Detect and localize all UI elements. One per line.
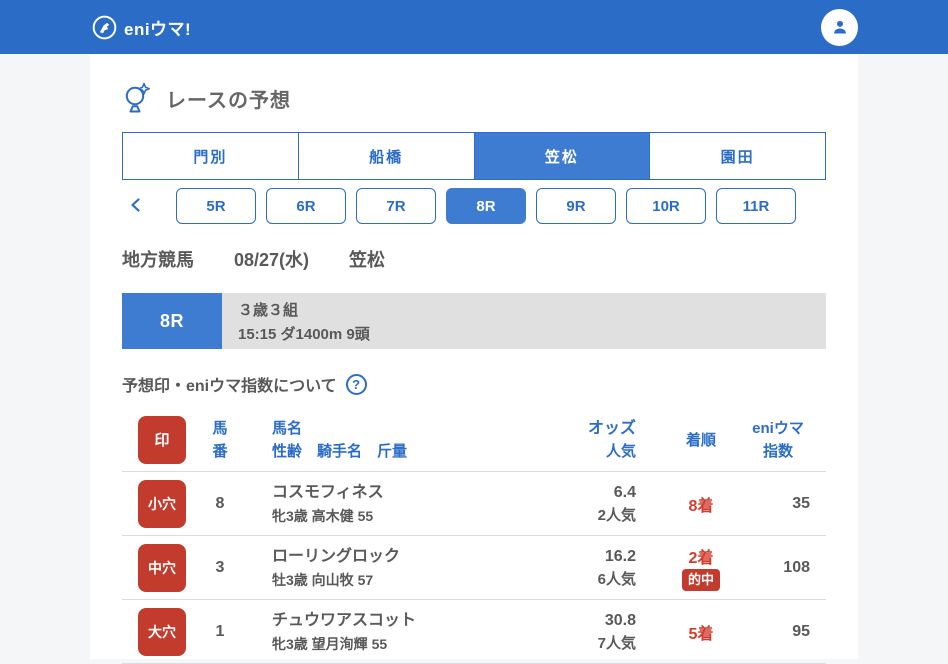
horse-name: チュウワアスコット bbox=[272, 612, 417, 629]
race-class: ３歳３組 bbox=[238, 301, 299, 319]
logo[interactable]: eniウマ! bbox=[90, 15, 191, 40]
avatar-button[interactable] bbox=[821, 8, 858, 46]
race-banner: 8R ３歳３組 15:15 ダ1400m 9頭 bbox=[122, 293, 826, 349]
popularity-value: 2人気 bbox=[597, 507, 636, 524]
content-card: レースの予想 門別 船橋 笠松 園田 5R 6R 7R 8R 9R 10R 11… bbox=[90, 54, 858, 664]
chevron-left-icon bbox=[128, 197, 144, 216]
odds-value: 16.2 bbox=[604, 548, 636, 565]
race-number-badge: 8R bbox=[122, 293, 222, 349]
odds-cell: 16.2 6人気 bbox=[536, 544, 656, 591]
horse-row[interactable]: 中穴 3 ローリングロック 牡3歳 向山牧 57 16.2 6人気 2着 的中 … bbox=[122, 536, 826, 600]
race-button-5r[interactable]: 5R bbox=[176, 188, 256, 224]
result-cell: 2着 的中 bbox=[656, 544, 746, 591]
app-header: eniウマ! bbox=[0, 0, 948, 54]
logo-text: eniウマ! bbox=[124, 19, 192, 39]
hit-badge: 的中 bbox=[681, 569, 720, 591]
index-value: 108 bbox=[783, 558, 810, 576]
venue-tab-kasamatsu[interactable]: 笠松 bbox=[473, 133, 650, 179]
race-info: ３歳３組 15:15 ダ1400m 9頭 bbox=[222, 293, 826, 349]
race-button-6r[interactable]: 6R bbox=[266, 188, 346, 224]
horse-logo-icon bbox=[92, 15, 117, 40]
result-cell: 5着 bbox=[656, 620, 746, 644]
header-name: 馬名 性齢 騎手名 斤量 bbox=[272, 420, 408, 460]
meta-category: 地方競馬 bbox=[122, 250, 194, 270]
venue-tab-funabashi[interactable]: 船橋 bbox=[297, 133, 474, 179]
mark-badge: 中穴 bbox=[138, 543, 186, 592]
race-details: 15:15 ダ1400m 9頭 bbox=[238, 325, 370, 343]
odds-cell: 6.4 2人気 bbox=[536, 480, 656, 527]
prediction-table: 印 馬 番 馬名 性齢 騎手名 斤量 オッズ 人気 着順 eniウマ 指数 小穴… bbox=[122, 408, 826, 664]
result-text: 8着 bbox=[688, 497, 714, 515]
header-inner: eniウマ! bbox=[90, 0, 858, 54]
prediction-info-label: 予想印・eniウマ指数について bbox=[122, 378, 337, 395]
index-value: 95 bbox=[792, 622, 810, 640]
race-button-11r[interactable]: 11R bbox=[716, 188, 796, 224]
page-title: レースの予想 bbox=[166, 89, 291, 112]
horse-number: 8 bbox=[215, 494, 225, 512]
mark-cell: 大穴 bbox=[122, 607, 188, 656]
result-cell: 8着 bbox=[656, 492, 746, 516]
horse-detail: 牝3歳 高木健 55 bbox=[272, 508, 374, 524]
mark-badge: 小穴 bbox=[138, 479, 186, 528]
horse-number: 1 bbox=[215, 622, 225, 640]
header-result: 着順 bbox=[685, 432, 716, 449]
race-button-9r[interactable]: 9R bbox=[536, 188, 616, 224]
odds-value: 30.8 bbox=[604, 612, 636, 629]
horse-detail: 牝3歳 望月洵輝 55 bbox=[272, 636, 388, 652]
horse-name: コスモフィネス bbox=[272, 484, 384, 501]
mark-cell: 中穴 bbox=[122, 543, 188, 592]
race-button-10r[interactable]: 10R bbox=[626, 188, 706, 224]
header-odds: オッズ 人気 bbox=[587, 420, 636, 460]
page-title-row: レースの予想 bbox=[122, 80, 826, 116]
horse-name-cell: コスモフィネス 牝3歳 高木健 55 bbox=[252, 480, 536, 527]
horse-number: 3 bbox=[215, 558, 225, 576]
mark-cell: 小穴 bbox=[122, 479, 188, 528]
header-index: eniウマ 指数 bbox=[752, 419, 804, 460]
horse-name-cell: チュウワアスコット 牝3歳 望月洵輝 55 bbox=[252, 608, 536, 655]
meta-venue: 笠松 bbox=[349, 250, 386, 270]
venue-tabs: 門別 船橋 笠松 園田 bbox=[122, 132, 826, 180]
venue-tab-sonoda[interactable]: 園田 bbox=[649, 133, 825, 179]
horse-name-cell: ローリングロック 牡3歳 向山牧 57 bbox=[252, 544, 536, 591]
race-button-8r[interactable]: 8R bbox=[446, 188, 526, 224]
previous-races-button[interactable] bbox=[122, 188, 150, 224]
result-text: 2着 bbox=[688, 550, 714, 568]
venue-tab-monbetsu[interactable]: 門別 bbox=[123, 133, 298, 179]
mark-header-badge: 印 bbox=[138, 415, 186, 464]
table-header-row: 印 馬 番 馬名 性齢 騎手名 斤量 オッズ 人気 着順 eniウマ 指数 bbox=[122, 408, 826, 472]
index-value: 35 bbox=[792, 494, 810, 512]
result-text: 5着 bbox=[688, 625, 714, 643]
mark-badge: 大穴 bbox=[138, 607, 186, 656]
popularity-value: 7人気 bbox=[597, 635, 636, 652]
race-button-7r[interactable]: 7R bbox=[356, 188, 436, 224]
horse-row[interactable]: 小穴 8 コスモフィネス 牝3歳 高木健 55 6.4 2人気 8着 35 bbox=[122, 472, 826, 536]
person-icon bbox=[829, 16, 851, 38]
race-meta: 地方競馬 08/27(水) 笠松 bbox=[122, 246, 826, 272]
horse-name: ローリングロック bbox=[272, 548, 401, 565]
help-icon: ? bbox=[345, 373, 367, 395]
race-selector: 5R 6R 7R 8R 9R 10R 11R bbox=[122, 188, 826, 224]
meta-date: 08/27(水) bbox=[234, 250, 310, 270]
header-mark: 印 bbox=[122, 415, 188, 464]
odds-cell: 30.8 7人気 bbox=[536, 608, 656, 655]
horse-detail: 牡3歳 向山牧 57 bbox=[272, 572, 374, 588]
prediction-info-link[interactable]: 予想印・eniウマ指数について ? bbox=[122, 372, 367, 396]
header-number: 馬 番 bbox=[212, 419, 228, 460]
horse-row[interactable]: 大穴 1 チュウワアスコット 牝3歳 望月洵輝 55 30.8 7人気 5着 9… bbox=[122, 600, 826, 664]
odds-value: 6.4 bbox=[613, 484, 636, 501]
crystal-ball-icon bbox=[122, 82, 152, 114]
popularity-value: 6人気 bbox=[597, 571, 636, 588]
